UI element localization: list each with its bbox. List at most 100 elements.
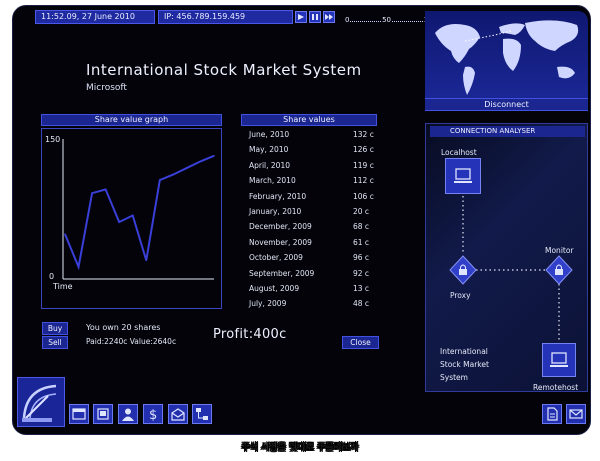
- share-value: 13 c: [353, 283, 370, 293]
- svg-text:$: $: [149, 408, 157, 421]
- share-value-row: May, 2010 126 c: [249, 142, 379, 157]
- sell-button[interactable]: Sell: [42, 336, 68, 349]
- share-value: 96 c: [353, 253, 370, 263]
- shares-owned-text: You own 20 shares: [86, 323, 161, 332]
- data-point: [91, 192, 93, 194]
- share-month: March, 2010: [249, 176, 296, 186]
- computer-icon[interactable]: [445, 158, 481, 194]
- paid-value-text: Paid:2240c Value:2640c: [86, 337, 177, 346]
- disconnect-button[interactable]: Disconnect: [425, 98, 588, 111]
- data-point: [199, 160, 202, 163]
- window-alt-icon[interactable]: [93, 404, 113, 424]
- system-line: International: [440, 347, 488, 356]
- share-value: 132 c: [353, 130, 374, 139]
- data-point: [145, 259, 148, 262]
- document-icon[interactable]: [542, 404, 562, 424]
- system-line: Stock Market: [440, 360, 489, 369]
- proxy-node-icon[interactable]: [449, 255, 477, 285]
- share-values-list: June, 2010 132 c May, 2010 126 c April, 2010…: [249, 127, 379, 312]
- share-month: October, 2009: [249, 253, 303, 263]
- data-point: [118, 221, 120, 223]
- share-month: May, 2010: [249, 145, 289, 155]
- data-point: [64, 233, 66, 235]
- data-point: [213, 155, 215, 157]
- share-value-row: July, 2009 48 c: [249, 296, 379, 311]
- share-value-row: September, 2009 92 c: [249, 266, 379, 281]
- share-value-row: April, 2010 119 c: [249, 158, 379, 173]
- share-month: April, 2010: [249, 160, 290, 170]
- profit-display: Profit:400c: [213, 327, 287, 342]
- data-point: [131, 214, 134, 217]
- satellite-dish-icon[interactable]: [17, 377, 65, 427]
- share-value: 61 c: [353, 237, 370, 247]
- share-value-row: December, 2009 68 c: [249, 219, 379, 234]
- share-value-graph: 150 0 Time: [41, 128, 222, 309]
- speed-scale[interactable]: 0 50 100: [345, 10, 437, 24]
- share-value-row: November, 2009 61 c: [249, 235, 379, 250]
- buy-button[interactable]: Buy: [42, 322, 68, 335]
- share-value: 106 c: [353, 191, 374, 201]
- share-value-row: January, 2010 20 c: [249, 204, 379, 219]
- system-line: System: [440, 373, 468, 382]
- data-point: [159, 179, 161, 181]
- data-point: [186, 167, 188, 169]
- window-icon[interactable]: [69, 404, 89, 424]
- data-point: [77, 266, 80, 268]
- scale-min: 0: [345, 16, 350, 24]
- monitor-node-icon[interactable]: [545, 255, 573, 285]
- values-header: Share values: [241, 114, 377, 126]
- share-value-row: June, 2010 132 c: [249, 127, 379, 142]
- scale-mid: 50: [382, 16, 392, 24]
- share-value: 48 c: [353, 299, 370, 309]
- share-value-line: [64, 154, 215, 271]
- share-month: June, 2010: [249, 130, 290, 139]
- fast-forward-icon[interactable]: [323, 11, 335, 23]
- share-value: 92 c: [353, 268, 370, 278]
- scale-track: [392, 21, 423, 22]
- computer-icon[interactable]: [542, 343, 576, 377]
- remotehost-label: Remotehost: [533, 383, 579, 392]
- user-icon[interactable]: [118, 404, 138, 424]
- data-point: [172, 173, 175, 176]
- data-point: [104, 188, 107, 191]
- world-map: [425, 11, 588, 101]
- share-month: January, 2010: [249, 206, 302, 216]
- network-icon[interactable]: [192, 404, 212, 424]
- pause-icon[interactable]: [309, 11, 321, 23]
- mail-open-icon[interactable]: [168, 404, 188, 424]
- x-axis-label: Time: [52, 282, 73, 291]
- series-group: [64, 154, 215, 271]
- system-label: International Stock Market System: [440, 345, 489, 384]
- app-title: International Stock Market System: [86, 61, 362, 79]
- status-bar: 11:52.09, 27 June 2010 IP: 456.789.159.4…: [35, 9, 437, 25]
- y-min-label: 0: [49, 272, 54, 281]
- connection-analyser: CONNECTION ANALYSER Localhost Monitor Pr…: [425, 123, 588, 392]
- share-value: 68 c: [353, 222, 370, 232]
- company-name: Microsoft: [86, 83, 127, 93]
- share-month: February, 2010: [249, 191, 307, 201]
- share-value: 20 c: [353, 206, 370, 216]
- play-icon[interactable]: [295, 11, 307, 23]
- share-value: 119 c: [353, 160, 374, 170]
- ip-display: IP: 456.789.159.459: [158, 10, 293, 24]
- graph-header: Share value graph: [41, 114, 222, 126]
- proxy-label: Proxy: [450, 291, 471, 300]
- share-value-row: February, 2010 106 c: [249, 189, 379, 204]
- share-month: July, 2009: [249, 299, 287, 309]
- envelope-icon[interactable]: [566, 404, 586, 424]
- chart-svg: 150 0 Time: [45, 135, 215, 291]
- datetime-display: 11:52.09, 27 June 2010: [35, 10, 155, 24]
- share-month: December, 2009: [249, 222, 312, 232]
- monitor-label: Monitor: [545, 246, 574, 255]
- share-value: 126 c: [353, 145, 374, 155]
- game-screen: 11:52.09, 27 June 2010 IP: 456.789.159.4…: [12, 5, 591, 435]
- scale-track: [350, 21, 382, 22]
- share-month: August, 2009: [249, 283, 300, 293]
- share-value-row: October, 2009 96 c: [249, 250, 379, 265]
- share-month: November, 2009: [249, 237, 312, 247]
- dollar-icon[interactable]: $: [143, 404, 163, 424]
- close-button[interactable]: Close: [342, 336, 379, 349]
- localhost-label: Localhost: [441, 148, 477, 157]
- share-value: 112 c: [353, 176, 374, 186]
- share-value-row: August, 2009 13 c: [249, 281, 379, 296]
